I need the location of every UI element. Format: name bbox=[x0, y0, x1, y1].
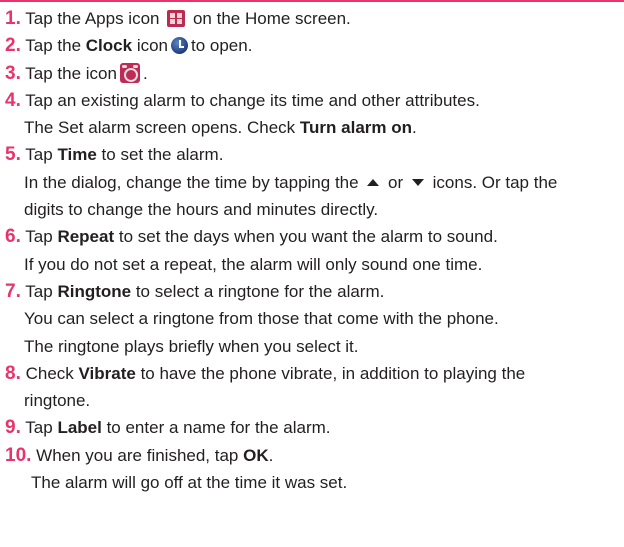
step-6-detail: If you do not set a repeat, the alarm wi… bbox=[0, 251, 624, 278]
ui-term: Repeat bbox=[57, 227, 115, 247]
step-text: When you are finished, tap bbox=[36, 445, 239, 465]
apps-grid-icon bbox=[167, 10, 186, 27]
step-text: ringtone. bbox=[24, 391, 91, 411]
step-text: to set the alarm. bbox=[101, 145, 224, 165]
step-text: to enter a name for the alarm. bbox=[106, 418, 331, 438]
step-text: Tap bbox=[25, 227, 53, 247]
ui-term: Ringtone bbox=[57, 281, 132, 301]
step-1: 1. Tap the Apps icon on the Home screen. bbox=[0, 5, 624, 32]
step-8: 8. Check Vibrate to have the phone vibra… bbox=[0, 360, 624, 387]
step-text: Tap an existing alarm to change its time… bbox=[25, 90, 480, 110]
alarm-instructions: 1. Tap the Apps icon on the Home screen.… bbox=[0, 5, 624, 496]
step-number: 1. bbox=[5, 8, 21, 29]
step-text: to select a ringtone for the alarm. bbox=[135, 281, 385, 301]
step-text: . bbox=[142, 63, 148, 83]
step-number: 8. bbox=[5, 362, 21, 384]
step-text: Tap the icon bbox=[25, 63, 117, 83]
down-triangle-icon bbox=[411, 178, 424, 186]
step-5-detail-2: digits to change the hours and minutes d… bbox=[0, 196, 624, 223]
step-text: If you do not set a repeat, the alarm wi… bbox=[24, 254, 483, 274]
step-2: 2. Tap the Clock icon to open. bbox=[0, 32, 624, 59]
step-text: The ringtone plays briefly when you sele… bbox=[24, 336, 359, 356]
step-text: icons. Or tap the bbox=[432, 172, 558, 192]
step-number: 7. bbox=[5, 280, 21, 302]
step-text: . bbox=[412, 118, 417, 138]
step-number: 4. bbox=[5, 89, 21, 111]
step-number: 6. bbox=[5, 226, 21, 248]
top-accent-rule bbox=[0, 0, 624, 2]
step-text: Tap bbox=[25, 145, 53, 165]
step-number: 9. bbox=[5, 417, 21, 439]
alarm-clock-icon bbox=[119, 62, 140, 83]
step-8-detail: ringtone. bbox=[0, 387, 624, 414]
step-4-detail: The Set alarm screen opens. Check Turn a… bbox=[0, 114, 624, 141]
step-text: Check bbox=[25, 363, 74, 383]
step-4: 4. Tap an existing alarm to change its t… bbox=[0, 87, 624, 114]
step-5: 5. Tap Time to set the alarm. bbox=[0, 141, 624, 168]
step-6: 6. Tap Repeat to set the days when you w… bbox=[0, 223, 624, 250]
step-text: You can select a ringtone from those tha… bbox=[24, 309, 499, 329]
step-3: 3. Tap the icon. bbox=[0, 60, 624, 87]
step-text: Tap the Apps icon bbox=[25, 9, 160, 28]
step-9: 9. Tap Label to enter a name for the ala… bbox=[0, 414, 624, 441]
step-10: 10. When you are finished, tap OK. bbox=[0, 442, 624, 469]
step-number: 2. bbox=[5, 35, 21, 57]
ui-term: Label bbox=[57, 418, 102, 438]
ui-term: Clock bbox=[85, 36, 133, 56]
step-text: on the Home screen. bbox=[192, 9, 351, 28]
step-text: to set the days when you want the alarm … bbox=[118, 227, 498, 247]
step-text: icon bbox=[136, 36, 168, 56]
step-text: or bbox=[388, 172, 404, 192]
step-7-detail-2: The ringtone plays briefly when you sele… bbox=[0, 333, 624, 360]
step-5-detail-1: In the dialog, change the time by tappin… bbox=[0, 169, 624, 196]
step-text: The Set alarm screen opens. Check bbox=[24, 118, 296, 138]
ui-term: Turn alarm on bbox=[299, 118, 413, 138]
step-text: Tap bbox=[25, 281, 53, 301]
step-7-detail-1: You can select a ringtone from those tha… bbox=[0, 305, 624, 332]
clock-icon bbox=[171, 37, 188, 55]
step-7: 7. Tap Ringtone to select a ringtone for… bbox=[0, 278, 624, 305]
ui-term: Time bbox=[57, 145, 97, 165]
ui-term: Vibrate bbox=[78, 363, 136, 383]
step-text: digits to change the hours and minutes d… bbox=[24, 200, 379, 220]
step-text: In the dialog, change the time by tappin… bbox=[24, 172, 359, 192]
step-text: to open. bbox=[191, 36, 253, 56]
step-text: to have the phone vibrate, in addition t… bbox=[140, 363, 526, 383]
step-number: 3. bbox=[5, 62, 21, 84]
step-10-detail: The alarm will go off at the time it was… bbox=[0, 469, 624, 496]
step-text: . bbox=[268, 445, 274, 465]
step-number: 10. bbox=[5, 444, 32, 466]
ui-term: OK bbox=[243, 445, 269, 465]
step-number: 5. bbox=[5, 144, 21, 166]
step-text: The alarm will go off at the time it was… bbox=[31, 473, 348, 493]
up-triangle-icon bbox=[367, 178, 380, 186]
step-text: Tap bbox=[25, 418, 53, 438]
step-text: Tap the bbox=[25, 36, 82, 56]
